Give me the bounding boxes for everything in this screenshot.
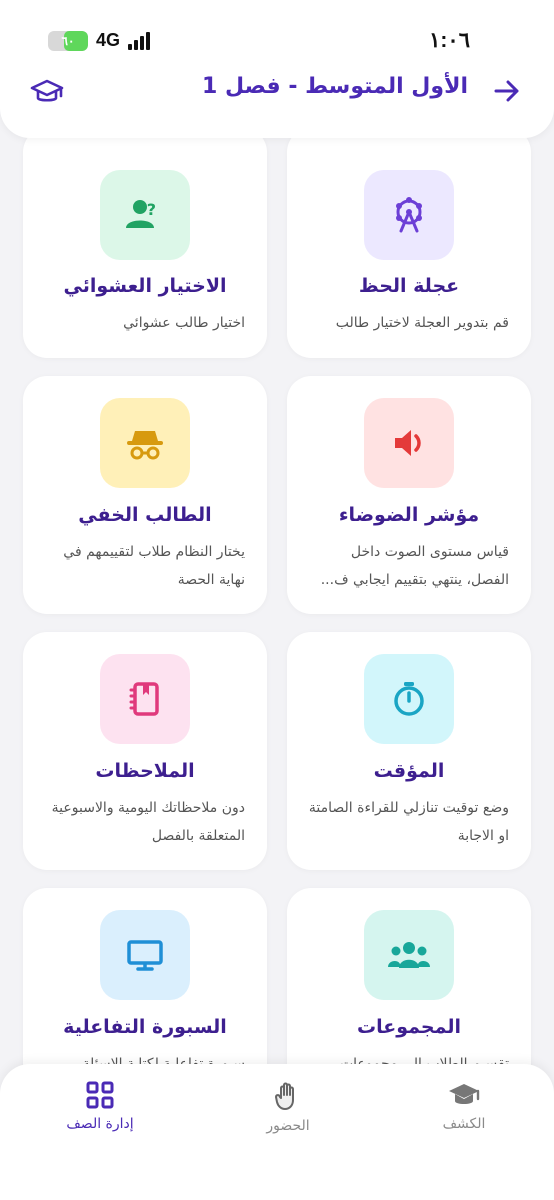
status-indicators: ٦٠ 4G <box>48 30 151 51</box>
tool-card-noise-meter[interactable]: مؤشر الضوضاء قياس مستوى الصوت داخل الفصل… <box>287 376 531 614</box>
tool-card-timer[interactable]: المؤقت وضع توقيت تنازلي للقراءة الصامتة … <box>287 632 531 870</box>
top-bar: ٦٠ 4G ١:٠٦ الأول المتوسط - فصل 1 <box>0 0 554 138</box>
nav-label: إدارة الصف <box>66 1116 134 1132</box>
card-title: المؤقت <box>373 760 445 782</box>
card-description: دون ملاحظاتك اليومية والاسبوعية المتعلقة… <box>51 800 245 844</box>
icon-box: ? <box>100 170 190 260</box>
bottom-nav: إدارة الصف الحضور الكشف <box>0 1064 554 1200</box>
tool-card-hidden-student[interactable]: الطالب الخفي يختار النظام طلاب لتقييمهم … <box>23 376 267 614</box>
icon-box <box>364 398 454 488</box>
page-title: الأول المتوسط - فصل 1 <box>201 74 468 99</box>
card-title: السبورة التفاعلية <box>63 1016 227 1038</box>
card-description: اختيار طالب عشوائي <box>123 315 245 331</box>
battery-icon: ٦٠ <box>48 30 88 51</box>
card-description: وضع توقيت تنازلي للقراءة الصامتة او الاج… <box>308 800 509 844</box>
card-description: قياس مستوى الصوت داخل الفصل، ينتهي بتقيي… <box>320 544 509 588</box>
signal-icon <box>128 31 151 50</box>
card-title: الاختيار العشوائي <box>63 275 227 297</box>
incognito-icon <box>127 431 163 460</box>
graduation-cap-icon[interactable] <box>30 76 64 106</box>
nav-item-class-management[interactable]: إدارة الصف <box>40 1080 160 1132</box>
icon-box <box>364 654 454 744</box>
card-title: الملاحظات <box>95 760 195 782</box>
card-title: الطالب الخفي <box>78 504 212 526</box>
monitor-icon <box>127 940 163 971</box>
card-title: مؤشر الضوضاء <box>338 504 480 526</box>
tool-card-fortune-wheel[interactable]: عجلة الحظ قم بتدوير العجلة لاختيار طالب <box>287 128 531 358</box>
users-group-icon <box>388 942 430 968</box>
nav-label: الحضور <box>266 1118 310 1134</box>
nav-label: الكشف <box>442 1116 486 1132</box>
classroom-tools-grid: عجلة الحظ قم بتدوير العجلة لاختيار طالب … <box>0 0 554 1200</box>
card-description: يختار النظام طلاب لتقييمهم في نهاية الحص… <box>63 544 245 588</box>
card-title: المجموعات <box>357 1016 461 1038</box>
graduation-cap-icon <box>449 1084 480 1104</box>
speaker-icon <box>395 430 421 456</box>
card-description: قم بتدوير العجلة لاختيار طالب <box>335 315 509 331</box>
stopwatch-icon <box>394 682 424 716</box>
hand-icon <box>275 1082 294 1110</box>
tool-card-random-pick[interactable]: ? الاختيار العشوائي اختيار طالب عشوائي <box>23 128 267 358</box>
status-time: ١:٠٦ <box>429 29 470 52</box>
icon-box <box>100 654 190 744</box>
card-title: عجلة الحظ <box>358 275 460 297</box>
nav-item-attendance[interactable]: الحضور <box>228 1080 348 1134</box>
user-question-icon: ? <box>126 200 156 228</box>
nav-item-report[interactable]: الكشف <box>404 1080 524 1132</box>
network-type: 4G <box>96 30 121 50</box>
icon-box <box>364 170 454 260</box>
tool-card-notes[interactable]: الملاحظات دون ملاحظاتك اليومية والاسبوعي… <box>23 632 267 870</box>
arrow-right-icon[interactable] <box>492 76 522 106</box>
grid-icon <box>86 1081 114 1109</box>
svg-text:?: ? <box>147 200 156 219</box>
icon-box <box>100 398 190 488</box>
icon-box <box>364 910 454 1000</box>
battery-level: ٦٠ <box>61 33 75 48</box>
ferris-wheel-icon <box>396 197 422 233</box>
icon-box <box>100 910 190 1000</box>
notebook-icon <box>129 682 159 716</box>
